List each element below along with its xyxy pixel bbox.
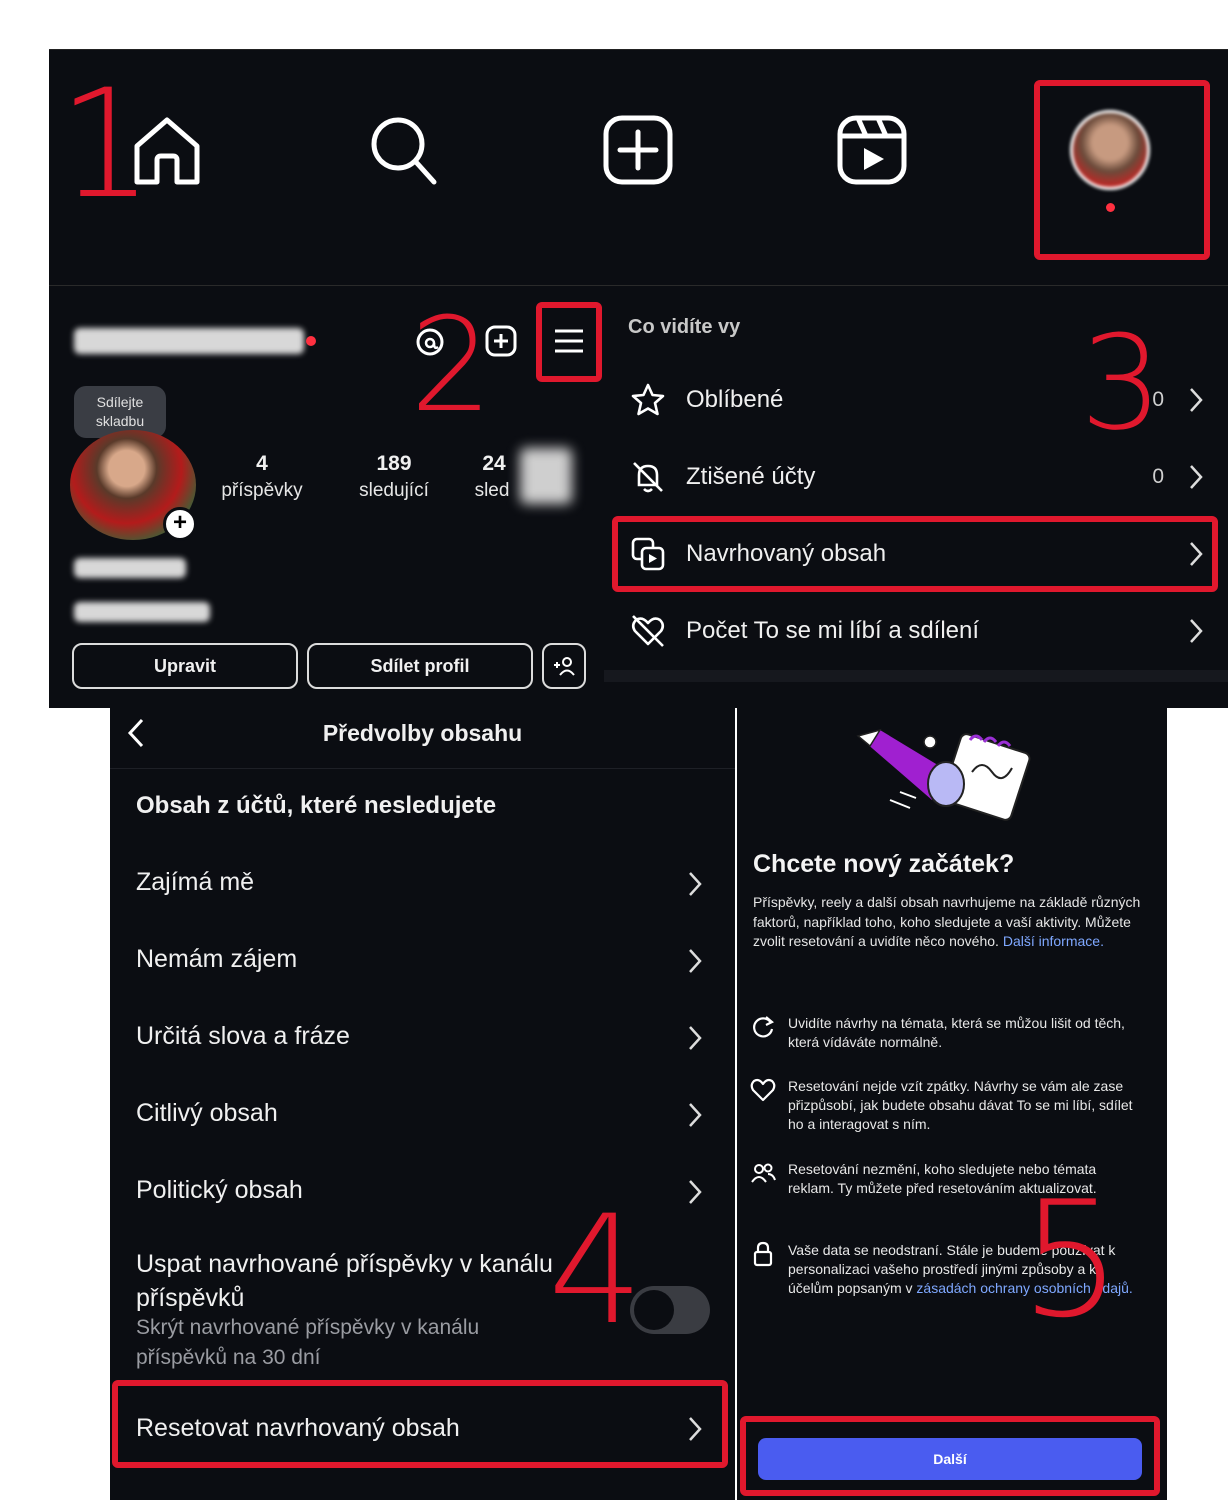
bullet-text: Resetování nejde vzít zpátky. Návrhy se … [788,1078,1133,1132]
menu-section-title: Co vidíte vy [628,316,741,338]
pref-item-label: Politický obsah [136,1176,303,1204]
menu-item-label: Počet To se mi líbí a sdílení [686,617,980,644]
search-icon[interactable] [364,112,440,188]
chevron-right-icon [689,949,702,973]
pref-item-label: Nemám zájem [136,945,298,973]
reset-suggested-content-row[interactable]: Resetovat navrhovaný obsah [110,1398,735,1458]
step-label-1: 1 [58,58,154,232]
add-person-button[interactable] [542,643,586,689]
snooze-title-line2: příspěvků [136,1284,245,1312]
bullet-text: Uvidíte návrhy na témata, která se můžou… [788,1015,1125,1050]
pref-item-words-phrases[interactable]: Určitá slova a fráze [110,1008,735,1068]
chevron-right-icon [689,1417,702,1441]
suggested-content-icon [631,537,665,571]
prefs-section-title: Obsah z účtů, které nesledujete [136,792,497,819]
heart-crossed-icon [631,615,665,647]
reset-label: Resetovat navrhovaný obsah [136,1414,460,1442]
header-divider [110,768,735,769]
pref-item-label: Zajímá mě [136,868,255,896]
create-icon[interactable] [600,112,676,188]
illustration-icon [856,728,1031,821]
add-person-icon [554,657,575,676]
menu-item-suggested-content[interactable]: Navrhovaný obsah [604,524,1228,584]
chevron-right-icon [689,1103,702,1127]
snooze-sub-line1: Skrýt navrhované příspěvky v kanálu [136,1316,480,1339]
posts-label: příspěvky [221,480,303,501]
chevron-right-icon [1190,619,1203,643]
add-story-icon[interactable]: + [163,507,197,541]
edit-profile-button[interactable]: Upravit [72,643,298,689]
pref-item-sensitive-content[interactable]: Citlivý obsah [110,1085,735,1145]
refresh-icon [753,1016,774,1038]
followers-count[interactable]: 189 [334,452,454,476]
menu-item-label: Navrhovaný obsah [686,540,887,567]
lock-icon [753,1241,773,1267]
pref-item-label: Citlivý obsah [136,1099,278,1127]
chevron-right-icon [689,1180,702,1204]
bell-muted-icon [633,462,663,493]
heart-icon [750,1078,776,1102]
step-label-4: 4 [548,1184,644,1358]
step-label-5: 5 [1020,1166,1122,1353]
profile-avatar[interactable] [1070,110,1150,190]
next-button[interactable]: Další [758,1438,1142,1480]
username-blurred [74,328,304,354]
more-info-link[interactable]: Další informace. [1003,933,1104,949]
reset-intro: Příspěvky, reely a další obsah navrhujem… [753,893,1145,952]
menu-item-like-share-counts[interactable]: Počet To se mi líbí a sdílení [604,601,1228,661]
star-icon [631,383,665,416]
notification-dot [1106,203,1115,212]
snooze-title-line1: Uspat navrhované příspěvky v kanálu [136,1250,553,1278]
username-dot [306,336,316,346]
reset-title: Chcete nový začátek? [753,850,1015,878]
hamburger-menu-icon[interactable] [551,324,587,358]
snooze-sub-line2: příspěvků na 30 dní [136,1346,321,1369]
share-profile-button[interactable]: Sdílet profil [307,643,533,689]
handle-blurred [74,602,210,622]
step-label-3: 3 [1080,307,1163,459]
chevron-right-icon [1190,388,1203,412]
prefs-title: Předvolby obsahu [322,720,523,746]
menu-divider [604,670,1228,682]
name-blurred [74,558,186,578]
chevron-right-icon [1190,465,1203,489]
reels-icon[interactable] [834,112,910,188]
pref-item-interested[interactable]: Zajímá mě [110,854,735,914]
followers-label[interactable]: sledující [329,480,459,502]
following-blur [520,448,572,504]
menu-item-label: Ztišené účty [686,463,816,490]
posts-count: 4 [256,452,268,475]
step-label-2: 2 [410,289,493,441]
pref-item-not-interested[interactable]: Nemám zájem [110,931,735,991]
chevron-right-icon [689,1026,702,1050]
menu-item-label: Oblíbené [686,386,784,413]
pref-item-label: Určitá slova a fráze [136,1022,350,1050]
menu-item-count: 0 [1152,465,1164,488]
people-icon [751,1163,776,1183]
chevron-right-icon [1190,542,1203,566]
chevron-right-icon [689,872,702,896]
